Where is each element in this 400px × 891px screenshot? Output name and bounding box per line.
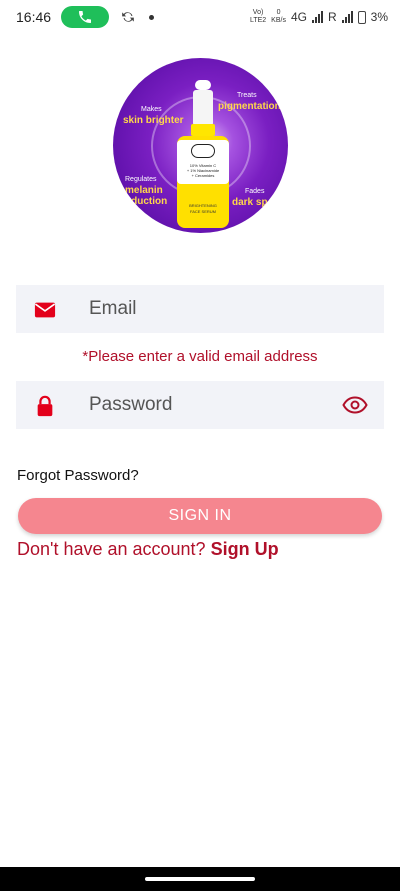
status-indicators: Vo) LTE2 0 KB/s 4G R 3% — [250, 9, 388, 25]
sync-icon — [122, 12, 134, 22]
eye-icon[interactable] — [342, 393, 368, 417]
fades-value: dark spots — [232, 197, 283, 208]
regulates-value: melanin — [125, 185, 163, 196]
makes-value: skin brighter — [123, 115, 184, 126]
navigation-bar — [0, 867, 400, 891]
sign-up-link[interactable]: Sign Up — [211, 539, 279, 559]
fades-label: Fades — [245, 188, 265, 195]
bottle-name-1: BRIGHTENING — [189, 203, 217, 208]
bottle-brand-logo — [191, 144, 215, 158]
ongoing-call-indicator[interactable] — [61, 6, 110, 28]
data-speed-value: 0 — [276, 9, 281, 16]
treats-value: pigmentation — [218, 101, 281, 112]
home-gesture-handle[interactable] — [145, 877, 255, 881]
makes-label: Makes — [141, 106, 162, 113]
data-speed-unit: KB/s — [271, 17, 286, 24]
password-field[interactable] — [16, 381, 384, 429]
bottle-name-2: FACE SERUM — [189, 209, 216, 214]
status-time: 16:46 — [16, 9, 52, 25]
signup-prompt-row: Don't have an account? Sign Up — [17, 539, 279, 560]
network-type: 4G — [290, 10, 307, 24]
email-input[interactable] — [89, 285, 339, 333]
sign-in-button[interactable]: SIGN IN — [18, 498, 382, 534]
volte-bottom: LTE2 — [249, 17, 267, 24]
status-bar: 16:46 Vo) LTE2 0 KB/s 4G R 3% — [0, 0, 400, 34]
volte-indicator: Vo) LTE2 — [250, 9, 266, 25]
product-image: 10% Vitamin C + 1% Niacinamide + Ceramid… — [113, 58, 288, 233]
password-input[interactable] — [89, 381, 339, 429]
volte-top: Vo) — [252, 9, 264, 16]
battery-level: 3% — [370, 10, 388, 24]
signup-prompt: Don't have an account? — [17, 539, 206, 559]
regulates-label: Regulates — [125, 176, 157, 183]
bottle-line-3: + Ceramides — [191, 173, 215, 178]
signal-icon — [311, 11, 323, 23]
forgot-password-link[interactable]: Forgot Password? — [17, 467, 139, 484]
data-speed: 0 KB/s — [271, 9, 286, 25]
email-error-message: *Please enter a valid email address — [82, 348, 318, 365]
mail-icon — [34, 302, 56, 318]
roaming-indicator: R — [327, 10, 337, 24]
lock-icon — [37, 395, 53, 417]
battery-icon — [357, 10, 366, 24]
treats-label: Treats — [237, 92, 257, 99]
regulates-value-2: production — [115, 196, 168, 207]
phone-icon — [79, 11, 92, 23]
signal-icon-2 — [341, 11, 353, 23]
notification-dot — [149, 14, 155, 20]
email-field[interactable] — [16, 285, 384, 333]
